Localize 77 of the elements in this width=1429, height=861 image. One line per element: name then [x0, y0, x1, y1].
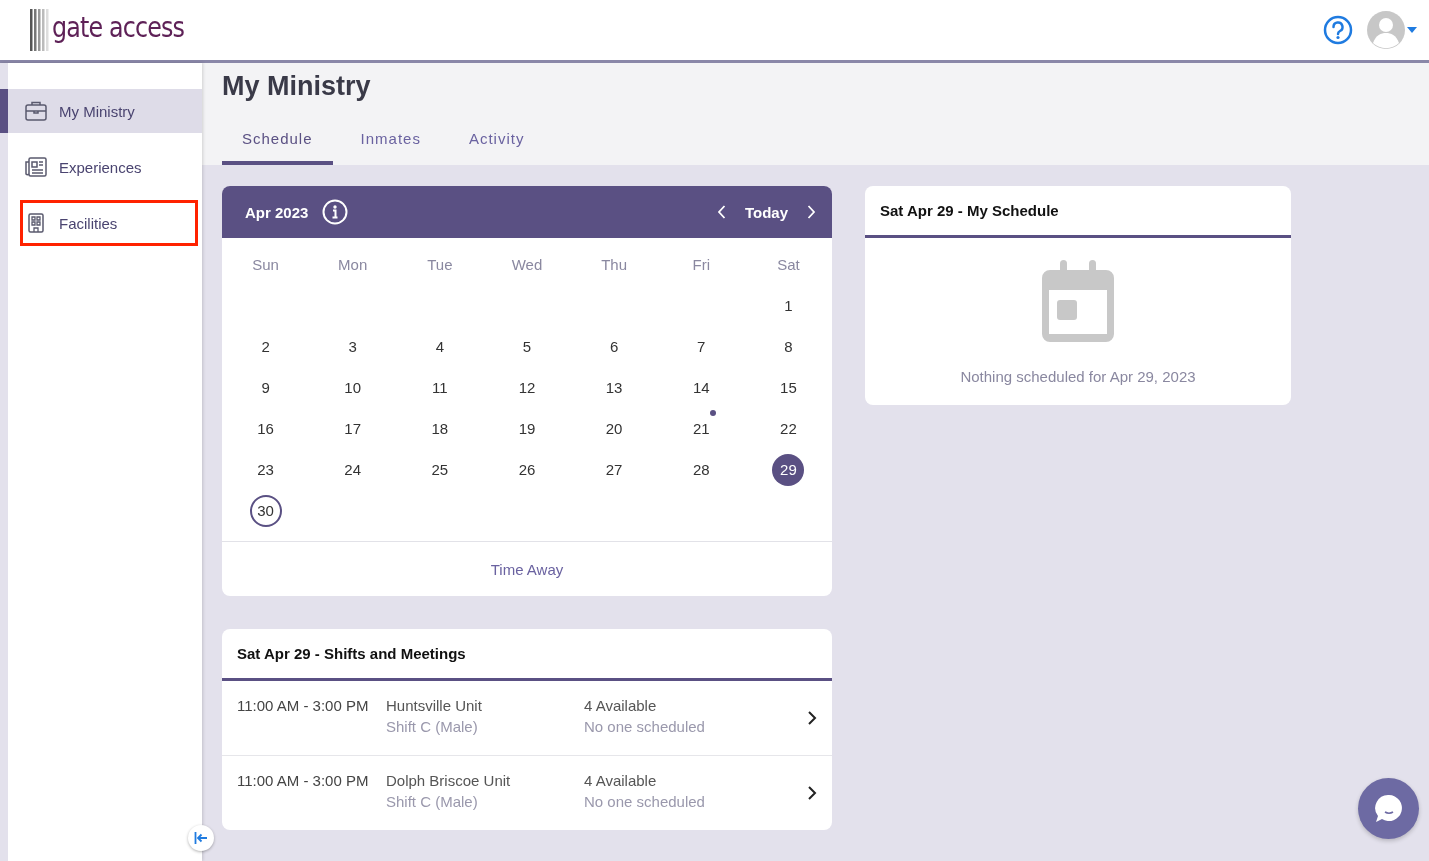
- month-label: Apr 2023: [245, 203, 309, 221]
- chevron-right-icon[interactable]: [807, 710, 817, 726]
- calendar-day[interactable]: 14: [685, 371, 718, 404]
- help-icon[interactable]: [1323, 15, 1353, 45]
- calendar-day[interactable]: 13: [598, 371, 631, 404]
- weekday-label: Fri: [691, 255, 711, 275]
- shift-time: 11:00 AM - 3:00 PM: [237, 772, 370, 789]
- tab[interactable]: Inmates: [340, 130, 441, 165]
- calendar-day[interactable]: 11: [423, 371, 456, 404]
- collapse-sidebar-button[interactable]: [188, 825, 214, 851]
- shift-time: 11:00 AM - 3:00 PM: [237, 697, 370, 714]
- calendar-day[interactable]: 5: [511, 330, 543, 363]
- calendar-day[interactable]: 10: [336, 371, 369, 404]
- calendar-day[interactable]: 16: [249, 412, 282, 445]
- calendar-day[interactable]: 22: [772, 412, 805, 445]
- next-month-icon[interactable]: [806, 204, 816, 220]
- calendar-day[interactable]: 21: [685, 412, 718, 445]
- calendar-day[interactable]: 2: [249, 330, 282, 363]
- calendar-day[interactable]: 25: [423, 453, 456, 486]
- shift-row[interactable]: 11:00 AM - 3:00 PM Huntsville Unit Shift C (Male) 4 Available No one scheduled: [222, 681, 832, 756]
- unit-name: Dolph Briscoe Unit: [386, 772, 512, 789]
- unit-name: Huntsville Unit: [386, 697, 483, 714]
- calendar-day[interactable]: 7: [685, 330, 718, 363]
- calendar-day[interactable]: 8: [772, 330, 805, 363]
- today-button[interactable]: Today: [740, 203, 792, 221]
- calendar-day[interactable]: 27: [598, 453, 631, 486]
- calendar-day[interactable]: 17: [336, 412, 369, 445]
- calendar-day[interactable]: 30: [249, 494, 282, 527]
- page-title: My Ministry: [222, 71, 372, 102]
- collapse-arrow-icon: [194, 832, 208, 844]
- calendar-day[interactable]: 29: [772, 453, 805, 486]
- card-title: Sat Apr 29 - Shifts and Meetings: [237, 645, 466, 662]
- calendar-day[interactable]: 18: [423, 412, 456, 445]
- weekday-label: Sun: [251, 255, 280, 275]
- calendar-day[interactable]: 4: [423, 330, 456, 363]
- weekday-label: Mon: [337, 255, 369, 275]
- calendar-day[interactable]: 15: [772, 371, 805, 404]
- caret-icon[interactable]: [1407, 27, 1417, 33]
- tab[interactable]: Activity: [448, 130, 545, 165]
- shift-name: Shift C (Male): [386, 793, 479, 810]
- weekday-label: Thu: [600, 255, 629, 275]
- calendar-day[interactable]: 24: [336, 453, 369, 486]
- sidebar-item[interactable]: My Ministry: [0, 89, 202, 133]
- sidebar-item[interactable]: Experiences: [0, 145, 202, 189]
- calendar-icon: [1042, 260, 1114, 342]
- scheduled-text: No one scheduled: [584, 793, 706, 810]
- newspaper-icon: [25, 157, 47, 177]
- weekday-label: Wed: [510, 255, 544, 275]
- availability-text: 4 Available: [584, 772, 658, 789]
- chevron-right-icon[interactable]: [807, 785, 817, 801]
- card-title: Sat Apr 29 - My Schedule: [880, 202, 1059, 219]
- scheduled-text: No one scheduled: [584, 718, 706, 735]
- logo-bars-icon: [30, 9, 50, 51]
- info-icon[interactable]: [322, 199, 349, 225]
- logo-text: gate access: [52, 10, 185, 44]
- calendar-day[interactable]: 23: [249, 453, 282, 486]
- previous-month-icon[interactable]: [716, 204, 727, 220]
- availability-text: 4 Available: [584, 697, 658, 714]
- weekday-label: Sat: [776, 255, 801, 275]
- building-icon: [25, 213, 47, 233]
- calendar-day[interactable]: 19: [511, 412, 543, 445]
- weekday-label: Tue: [426, 255, 454, 275]
- calendar-day[interactable]: 3: [336, 330, 369, 363]
- calendar-day[interactable]: 6: [598, 330, 631, 363]
- briefcase-icon: [25, 101, 47, 121]
- calendar-day[interactable]: 12: [511, 371, 543, 404]
- calendar-day[interactable]: 9: [249, 371, 282, 404]
- calendar-day[interactable]: 28: [685, 453, 718, 486]
- shift-name: Shift C (Male): [386, 718, 479, 735]
- calendar-day[interactable]: 1: [772, 289, 805, 322]
- sidebar-item[interactable]: Facilities: [0, 201, 202, 245]
- chat-bubble-icon: [1372, 792, 1405, 825]
- time-away-link[interactable]: Time Away: [490, 560, 564, 578]
- empty-message: Nothing scheduled for Apr 29, 2023: [960, 368, 1196, 385]
- calendar-day[interactable]: 20: [598, 412, 631, 445]
- shift-row[interactable]: 11:00 AM - 3:00 PM Dolph Briscoe Unit Shift C (Male) 4 Available No one scheduled: [222, 756, 832, 830]
- calendar-day[interactable]: 26: [511, 453, 543, 486]
